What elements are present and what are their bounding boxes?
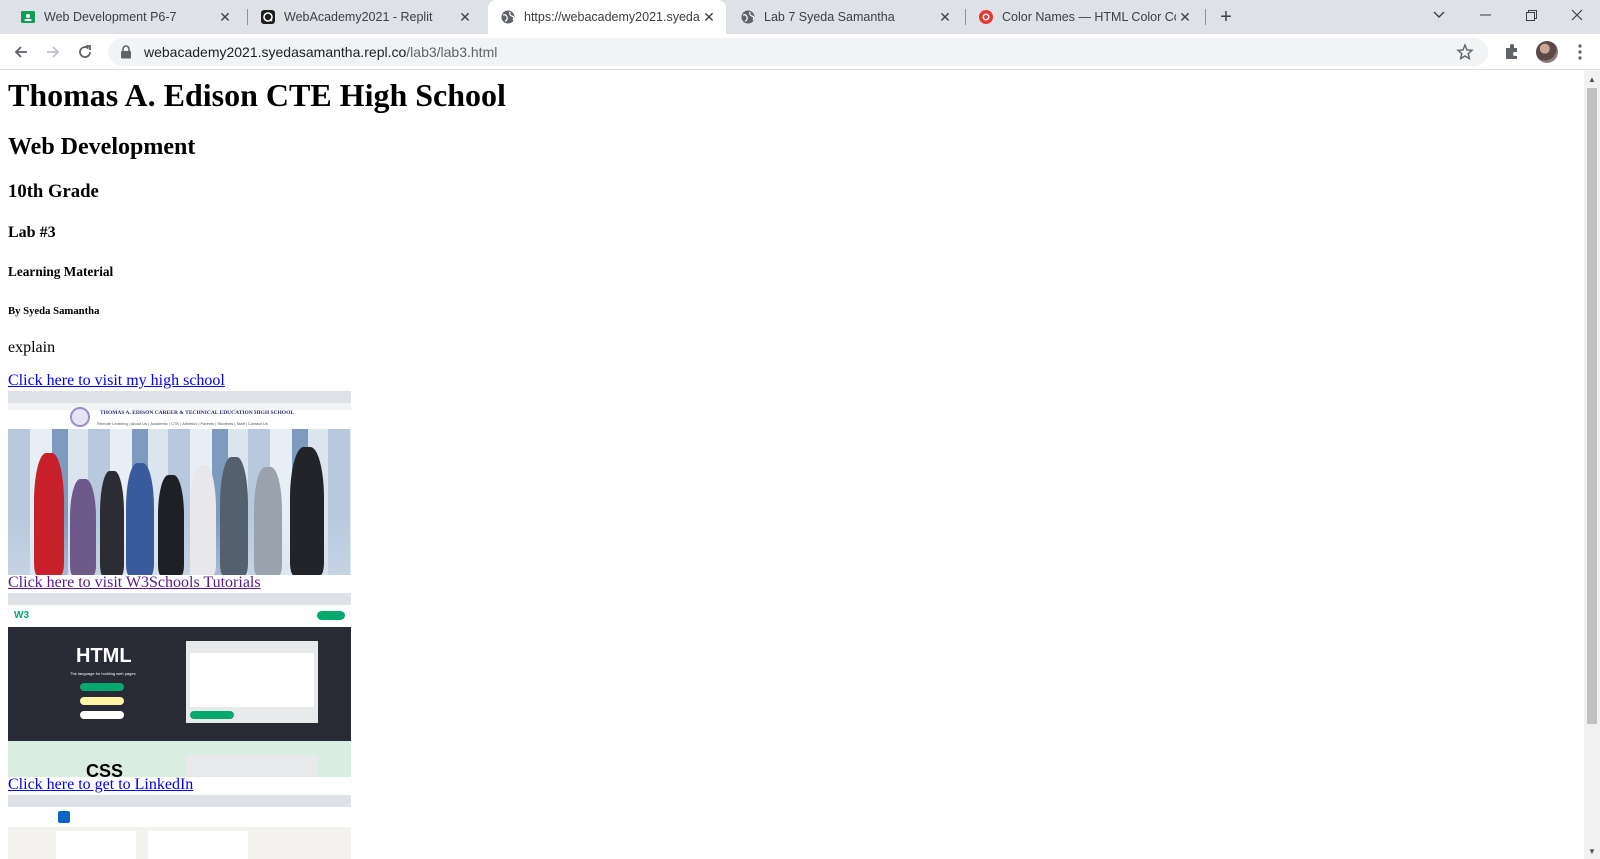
w3schools-logo: W3: [14, 610, 29, 621]
close-tab-icon[interactable]: ✕: [1176, 8, 1194, 26]
school-site-title: THOMAS A. EDISON CAREER & TECHNICAL EDUC…: [100, 410, 295, 416]
browser-toolbar: webacademy2021.syedasamantha.repl.co/lab…: [0, 34, 1600, 70]
linkedin-screenshot-image[interactable]: [8, 795, 351, 859]
close-tab-icon[interactable]: ✕: [700, 8, 718, 26]
w3schools-html-headline: HTML: [76, 645, 132, 667]
minimize-button[interactable]: [1462, 0, 1508, 30]
replit-icon: [260, 9, 276, 25]
back-arrow-icon[interactable]: [8, 39, 34, 65]
page-heading-material: Learning Material: [8, 264, 114, 279]
page-heading-grade: 10th Grade: [8, 181, 99, 202]
scroll-up-arrow-icon[interactable]: ▲: [1584, 71, 1600, 87]
w3schools-subline: The language for building web pages: [70, 671, 136, 676]
close-window-button[interactable]: [1554, 0, 1600, 30]
page-heading-author: By Syeda Samantha: [8, 305, 100, 317]
new-tab-button[interactable]: +: [1214, 5, 1238, 29]
reload-icon[interactable]: [72, 39, 98, 65]
profile-avatar[interactable]: [1536, 41, 1558, 63]
explain-paragraph: explain: [8, 339, 56, 356]
page-heading-school: Thomas A. Edison CTE High School: [8, 77, 506, 113]
url-host: webacademy2021.syedasamantha.repl.co: [144, 44, 407, 60]
tab-title: Color Names — HTML Color Cod: [1002, 10, 1176, 24]
tab-title: Web Development P6-7: [44, 10, 177, 24]
close-tab-icon[interactable]: ✕: [216, 8, 234, 26]
globe-icon: [740, 9, 756, 25]
students-photo: [8, 429, 351, 575]
high-school-link[interactable]: Click here to visit my high school: [8, 372, 225, 390]
globe-icon: [500, 9, 516, 25]
more-menu-icon[interactable]: [1570, 40, 1590, 64]
close-tab-icon[interactable]: ✕: [936, 8, 954, 26]
lock-icon[interactable]: [120, 45, 134, 59]
tab-color-names[interactable]: Color Names — HTML Color Cod ✕: [966, 0, 1202, 34]
tab-title: Lab 7 Syeda Samantha: [764, 10, 895, 24]
tab-title: https://webacademy2021.syedas: [524, 10, 700, 24]
scroll-down-arrow-icon[interactable]: ▼: [1584, 843, 1600, 859]
page-heading-course: Web Development: [8, 134, 196, 160]
linkedin-logo-icon: [58, 811, 70, 823]
w3schools-screenshot-image[interactable]: W3 HTML The language for building web pa…: [8, 593, 351, 777]
tab-web-development[interactable]: Web Development P6-7 ✕: [8, 0, 242, 34]
forward-arrow-icon[interactable]: [40, 39, 66, 65]
extensions-puzzle-icon[interactable]: [1502, 42, 1522, 62]
tab-replit[interactable]: WebAcademy2021 - Replit ✕: [248, 0, 482, 34]
restore-button[interactable]: [1508, 0, 1554, 30]
scrollbar-thumb[interactable]: [1587, 88, 1597, 724]
tab-lab3-active[interactable]: https://webacademy2021.syedas ✕: [488, 0, 726, 34]
address-bar[interactable]: webacademy2021.syedasamantha.repl.co/lab…: [108, 38, 1488, 66]
tab-lab7[interactable]: Lab 7 Syeda Samantha ✕: [728, 0, 962, 34]
school-site-menu: Remote Learning | About Us | Academic | …: [97, 421, 268, 426]
tab-search-icon[interactable]: [1416, 0, 1462, 30]
w3schools-link[interactable]: Click here to visit W3Schools Tutorials: [8, 574, 261, 592]
close-tab-icon[interactable]: ✕: [456, 8, 474, 26]
page-heading-lab: Lab #3: [8, 224, 56, 241]
high-school-screenshot-image[interactable]: THOMAS A. EDISON CAREER & TECHNICAL EDUC…: [8, 391, 351, 575]
page-viewport: Thomas A. Edison CTE High School Web Dev…: [0, 71, 1584, 859]
tab-strip: Web Development P6-7 ✕ WebAcademy2021 - …: [0, 0, 1600, 34]
google-classroom-icon: [20, 9, 36, 25]
color-site-icon: [978, 9, 994, 25]
bookmark-star-icon[interactable]: [1456, 43, 1474, 61]
school-seal-icon: [70, 407, 90, 427]
url-path: /lab3/lab3.html: [406, 44, 498, 60]
w3schools-css-headline: CSS: [86, 761, 124, 777]
tab-title: WebAcademy2021 - Replit: [284, 10, 433, 24]
linkedin-link[interactable]: Click here to get to LinkedIn: [8, 776, 193, 794]
